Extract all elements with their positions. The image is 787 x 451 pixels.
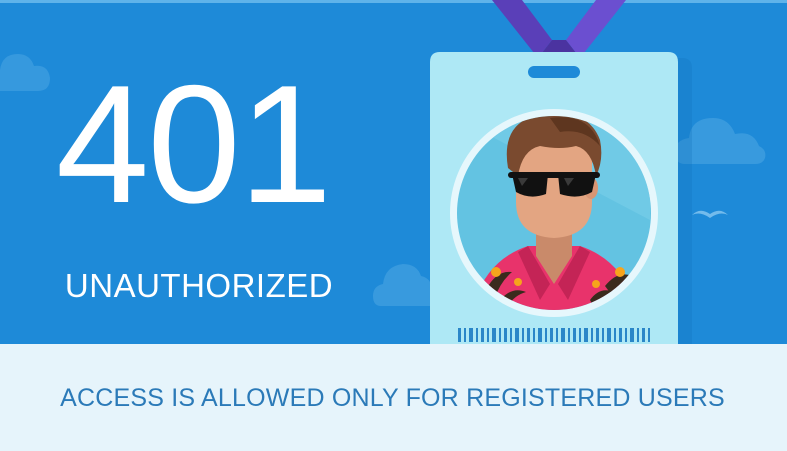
hero-banner: 401 UNAUTHORIZED — [0, 0, 787, 344]
status-title: UNAUTHORIZED — [64, 267, 334, 304]
lanyard-icon — [492, 0, 626, 58]
access-message: ACCESS IS ALLOWED ONLY FOR REGISTERED US… — [60, 384, 725, 412]
status-code: 401 — [55, 50, 332, 238]
id-badge-illustration — [430, 0, 692, 344]
badge-clip — [528, 66, 580, 78]
